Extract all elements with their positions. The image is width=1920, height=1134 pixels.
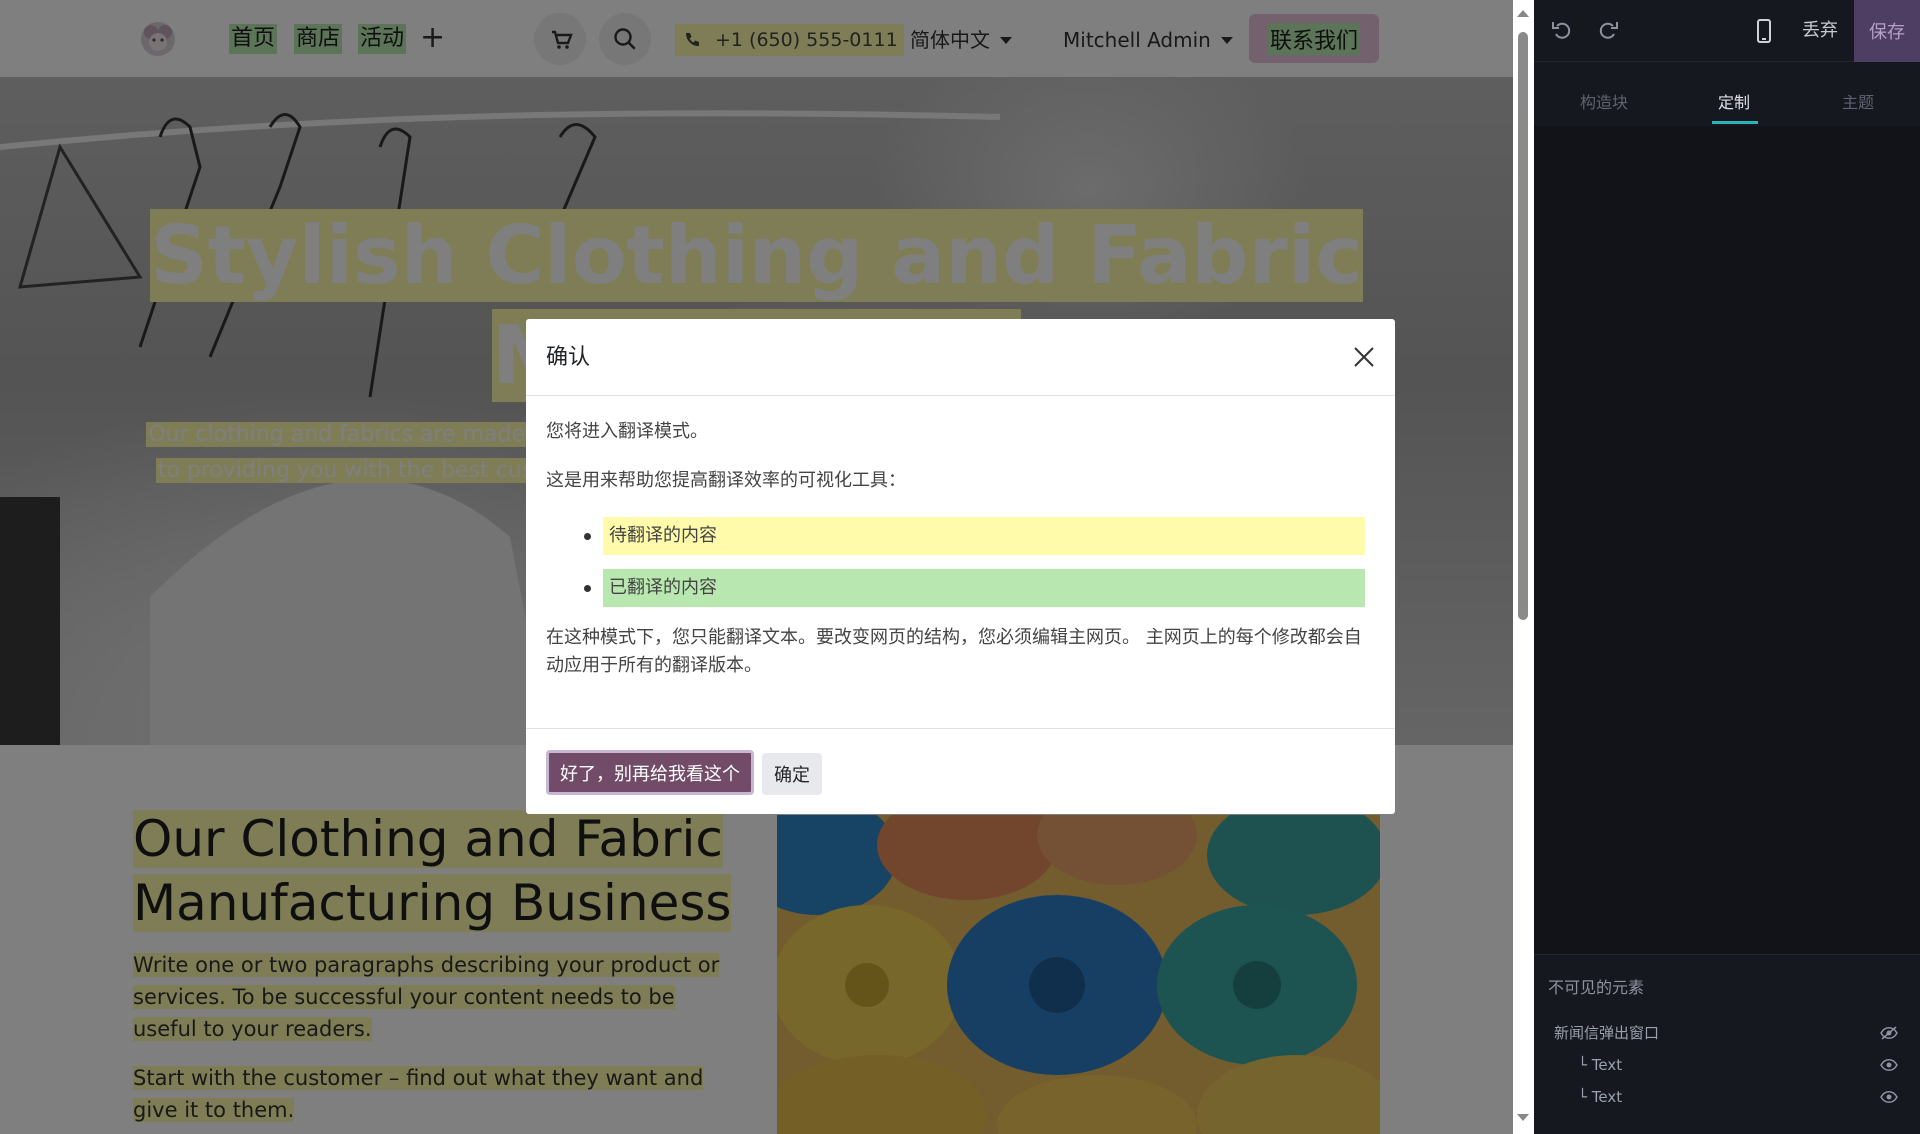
invisible-elements-title: 不可见的元素 <box>1548 978 1645 997</box>
dialog-intro: 您将进入翻译模式。 <box>546 421 708 442</box>
tab-customize[interactable]: 定制 <box>1718 92 1750 114</box>
editor-panel-body <box>1534 126 1920 954</box>
tab-blocks[interactable]: 构造块 <box>1580 92 1628 114</box>
tab-theme[interactable]: 主题 <box>1842 92 1874 114</box>
invisible-item-text[interactable]: └ Text <box>1578 1087 1622 1107</box>
scrollbar-thumb[interactable] <box>1518 32 1528 620</box>
dialog-header: 确认 <box>526 319 1395 396</box>
eye-slash-icon[interactable] <box>1880 1026 1898 1040</box>
bullet-icon <box>584 533 591 540</box>
active-tab-indicator <box>1712 121 1758 124</box>
scroll-down-icon[interactable] <box>1517 1114 1529 1121</box>
dialog-body: 您将进入翻译模式。 这是用来帮助您提高翻译效率的可视化工具： 待翻译的内容 已翻… <box>526 396 1395 729</box>
undo-icon[interactable] <box>1550 18 1574 42</box>
legend-translated: 已翻译的内容 <box>603 569 1365 607</box>
dialog-title: 确认 <box>546 345 591 370</box>
ok-button[interactable]: 确定 <box>762 753 822 795</box>
save-button[interactable]: 保存 <box>1854 0 1920 62</box>
eye-icon[interactable] <box>1880 1090 1898 1104</box>
invisible-item-text[interactable]: └ Text <box>1578 1055 1622 1075</box>
invisible-item-newsletter-popup[interactable]: 新闻信弹出窗口 <box>1554 1023 1659 1043</box>
close-icon[interactable] <box>1352 345 1376 369</box>
eye-icon[interactable] <box>1880 1058 1898 1072</box>
scroll-up-icon[interactable] <box>1517 10 1529 17</box>
translation-confirm-dialog: 确认 您将进入翻译模式。 这是用来帮助您提高翻译效率的可视化工具： 待翻译的内容… <box>526 319 1395 814</box>
legend-to-translate: 待翻译的内容 <box>603 517 1365 555</box>
discard-button[interactable]: 丢弃 <box>1802 18 1838 44</box>
dialog-footer: 好了，别再给我看这个 确定 <box>526 729 1395 814</box>
redo-icon[interactable] <box>1596 18 1620 42</box>
dont-show-again-button[interactable]: 好了，别再给我看这个 <box>546 750 754 795</box>
dialog-explanation: 在这种模式下，您只能翻译文本。要改变网页的结构，您必须编辑主网页。 主网页上的每… <box>546 627 1362 676</box>
invisible-elements-section: 不可见的元素 新闻信弹出窗口 └ Text └ Text <box>1534 954 1920 1134</box>
mobile-preview-icon[interactable] <box>1756 19 1772 43</box>
dialog-tool-description: 这是用来帮助您提高翻译效率的可视化工具： <box>546 470 906 491</box>
editor-toolbar: 丢弃 保存 <box>1534 0 1920 62</box>
bullet-icon <box>584 585 591 592</box>
editor-sidebar: 丢弃 保存 构造块 定制 主题 不可见的元素 新闻信弹出窗口 └ Text └ … <box>1534 0 1920 1134</box>
editor-tabs: 构造块 定制 主题 <box>1534 62 1920 126</box>
